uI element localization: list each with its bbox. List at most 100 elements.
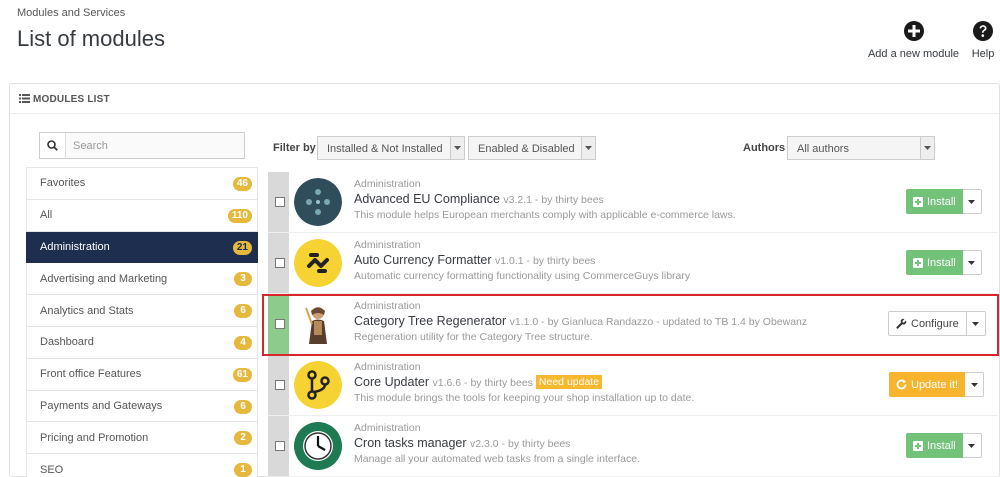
module-checkbox[interactable]: [275, 441, 285, 451]
module-name[interactable]: Cron tasks manager v2.3.0 - by thirty be…: [354, 436, 570, 450]
module-name[interactable]: Core Updater v1.6.6 - by thirty bees Need…: [354, 375, 603, 389]
authors-select[interactable]: All authors: [787, 136, 935, 160]
module-logo: [294, 361, 342, 409]
category-count-badge: 110: [227, 208, 252, 223]
module-action-dropdown[interactable]: [962, 250, 982, 275]
module-install-button[interactable]: Install: [906, 189, 963, 214]
category-label: Advertising and Marketing: [40, 272, 168, 285]
module-description: Manage all your automated web tasks from…: [354, 453, 640, 465]
page-header: Modules and Services List of modules Add…: [0, 0, 1000, 80]
sidebar-category-item[interactable]: Administration 21: [26, 231, 258, 264]
category-label: All: [40, 209, 53, 222]
module-action-dropdown[interactable]: [966, 311, 986, 336]
caret-down-icon: [920, 137, 934, 159]
module-logo: [294, 239, 342, 287]
enable-status-select[interactable]: Enabled & Disabled: [468, 136, 596, 160]
module-action-dropdown[interactable]: [965, 372, 985, 397]
caret-down-icon: [968, 443, 976, 448]
module-name[interactable]: Auto Currency Formatter v1.0.1 - by thir…: [354, 253, 595, 267]
category-count-badge: 21: [232, 240, 252, 255]
module-install-button[interactable]: Install: [906, 433, 963, 458]
module-description: Automatic currency formatting functional…: [354, 270, 691, 282]
sidebar-category-item[interactable]: All 110: [26, 199, 258, 232]
sidebar-category-item[interactable]: Advertising and Marketing 3: [26, 263, 258, 296]
module-action-label: Install: [927, 439, 956, 452]
module-checkbox[interactable]: [275, 258, 285, 268]
module-action-label: Install: [927, 195, 956, 208]
sidebar-category-item[interactable]: Front office Features 61: [26, 358, 258, 391]
help-label: Help: [971, 48, 995, 60]
module-action-label: Configure: [911, 317, 959, 330]
caret-down-icon: [450, 137, 464, 159]
module-logo: [294, 178, 342, 226]
module-name-label: Auto Currency Formatter: [354, 253, 492, 267]
module-checkbox[interactable]: [275, 319, 285, 329]
module-logo: [294, 422, 342, 470]
install-status-select[interactable]: Installed & Not Installed: [317, 136, 465, 160]
category-label: Analytics and Stats: [40, 304, 134, 317]
category-label: Administration: [40, 240, 110, 253]
category-count-badge: 46: [232, 177, 252, 191]
category-count-badge: 61: [232, 367, 252, 382]
authors-value: All authors: [797, 143, 849, 155]
module-meta: v1.1.0 - by Gianluca Randazzo - updated …: [509, 316, 808, 328]
module-action-dropdown[interactable]: [962, 433, 982, 458]
question-circle-icon: [973, 21, 993, 41]
module-checkbox[interactable]: [275, 380, 285, 390]
category-label: Favorites: [40, 177, 86, 190]
category-count-badge: 1: [234, 463, 252, 477]
module-status-cell: [268, 355, 289, 415]
panel-heading-label: MODULES LIST: [33, 94, 110, 105]
sidebar-category-item[interactable]: Pricing and Promotion 2: [26, 422, 258, 455]
module-meta: v3.2.1 - by thirty bees: [503, 194, 604, 206]
search-button[interactable]: [40, 133, 66, 158]
module-meta: v1.6.6 - by thirty bees: [432, 377, 533, 389]
add-module-button[interactable]: Add a new module: [866, 20, 961, 60]
wrench-icon: [896, 318, 907, 329]
module-action-group: Install: [906, 189, 982, 214]
enable-status-value: Enabled & Disabled: [478, 143, 575, 155]
plus-square-icon: [913, 257, 923, 268]
module-action-group: Install: [906, 250, 982, 275]
category-count-badge: 4: [234, 335, 252, 350]
module-name-label: Core Updater: [354, 375, 430, 389]
category-count-badge: 6: [234, 304, 252, 319]
breadcrumb[interactable]: Modules and Services: [17, 7, 125, 19]
search-box: [39, 132, 245, 159]
module-checkbox[interactable]: [275, 197, 285, 207]
module-row: Administration Auto Currency Formatter v1…: [268, 233, 998, 294]
module-name[interactable]: Advanced EU Compliance v3.2.1 - by thirt…: [354, 192, 604, 206]
sidebar-category-item[interactable]: Dashboard 4: [26, 326, 258, 359]
module-name-label: Cron tasks manager: [354, 436, 467, 450]
module-category: Administration: [354, 361, 421, 373]
module-row: Administration Core Updater v1.6.6 - by t…: [268, 355, 998, 416]
category-count-badge: 6: [234, 399, 252, 414]
module-action-dropdown[interactable]: [962, 189, 982, 214]
sidebar-category-item[interactable]: Analytics and Stats 6: [26, 295, 258, 327]
modules-panel: MODULES LIST Favorites46All110Administra…: [9, 83, 1000, 477]
module-status-cell: [268, 233, 289, 293]
module-update-button[interactable]: Update it!: [889, 372, 966, 397]
search-input[interactable]: [67, 133, 243, 158]
sidebar-category-item[interactable]: SEO 1: [26, 454, 258, 477]
module-row: Administration Cron tasks manager v2.3.0 …: [268, 416, 998, 477]
module-name-label: Advanced EU Compliance: [354, 192, 500, 206]
category-label: Front office Features: [40, 368, 142, 381]
module-install-button[interactable]: Install: [906, 250, 963, 275]
sidebar-category-item[interactable]: Payments and Gateways 6: [26, 390, 258, 423]
category-list: Favorites 46 All 110 Administration 21 Adverti…: [26, 167, 258, 477]
refresh-icon: [896, 379, 907, 390]
module-category: Administration: [354, 422, 421, 434]
sidebar-category-item[interactable]: Favorites 46: [26, 168, 258, 200]
category-label: Payments and Gateways: [40, 399, 163, 412]
list-icon: [19, 94, 30, 103]
caret-down-icon: [972, 321, 980, 326]
module-status-cell: [268, 172, 289, 232]
module-configure-button[interactable]: Configure: [888, 311, 967, 336]
category-label: Pricing and Promotion: [40, 431, 149, 444]
module-description: This module brings the tools for keeping…: [354, 392, 695, 404]
module-name[interactable]: Category Tree Regenerator v1.1.0 - by Gi…: [354, 314, 807, 328]
add-module-label: Add a new module: [867, 48, 960, 60]
help-button[interactable]: Help: [966, 20, 1000, 60]
module-status-cell: [268, 416, 289, 476]
